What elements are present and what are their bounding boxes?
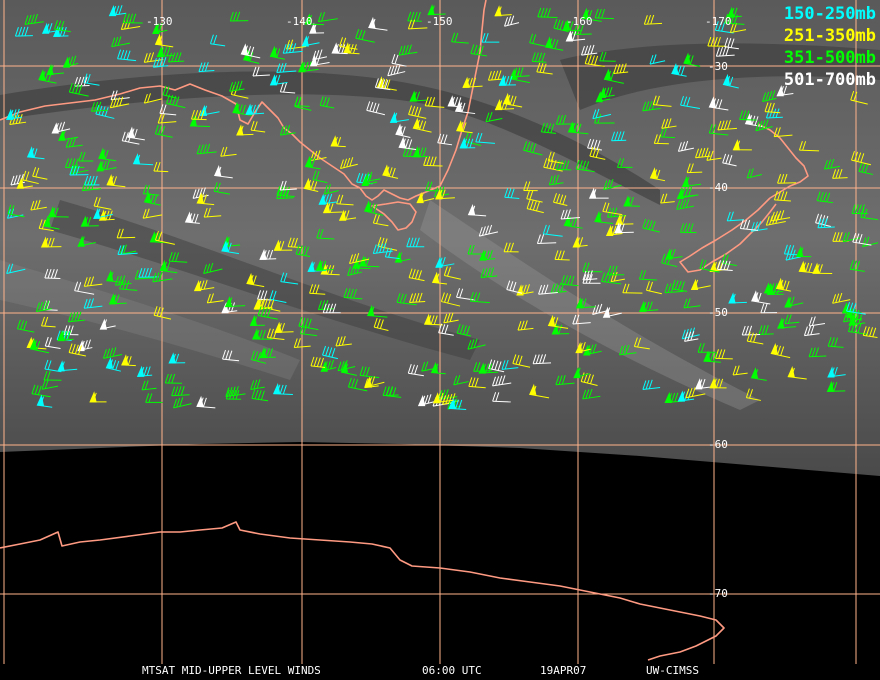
footer-product: MTSAT MID-UPPER LEVEL WINDS — [142, 664, 321, 677]
footer-source: UW-CIMSS — [646, 664, 699, 677]
longitude-label: -150 — [426, 15, 453, 28]
footer: MTSAT MID-UPPER LEVEL WINDS 06:00 UTC 19… — [0, 664, 880, 678]
footer-date: 19APR07 — [540, 664, 587, 677]
longitude-label: -160 — [566, 15, 593, 28]
coastline-antarctica — [0, 521, 725, 661]
longitude-label: -130 — [146, 15, 173, 28]
latitude-label: -60 — [708, 438, 728, 451]
legend-item-501-700mb: 501-700mb — [783, 70, 876, 90]
latitude-label: -40 — [708, 181, 728, 194]
longitude-label: -170 — [705, 15, 732, 28]
latitude-label: -30 — [708, 60, 728, 73]
legend-item-150-250mb: 150-250mb — [783, 4, 876, 24]
wind-map: -130 -140 -150 -160 -170 -30 -40 -50 -60… — [0, 0, 880, 680]
legend-item-351-500mb: 351-500mb — [783, 48, 876, 68]
latitude-label: -50 — [708, 306, 728, 319]
legend-item-251-350mb: 251-350mb — [783, 26, 876, 46]
latitude-label: -70 — [708, 587, 728, 600]
footer-time: 06:00 UTC — [422, 664, 482, 677]
map-canvas — [0, 0, 880, 664]
longitude-label: -140 — [286, 15, 313, 28]
